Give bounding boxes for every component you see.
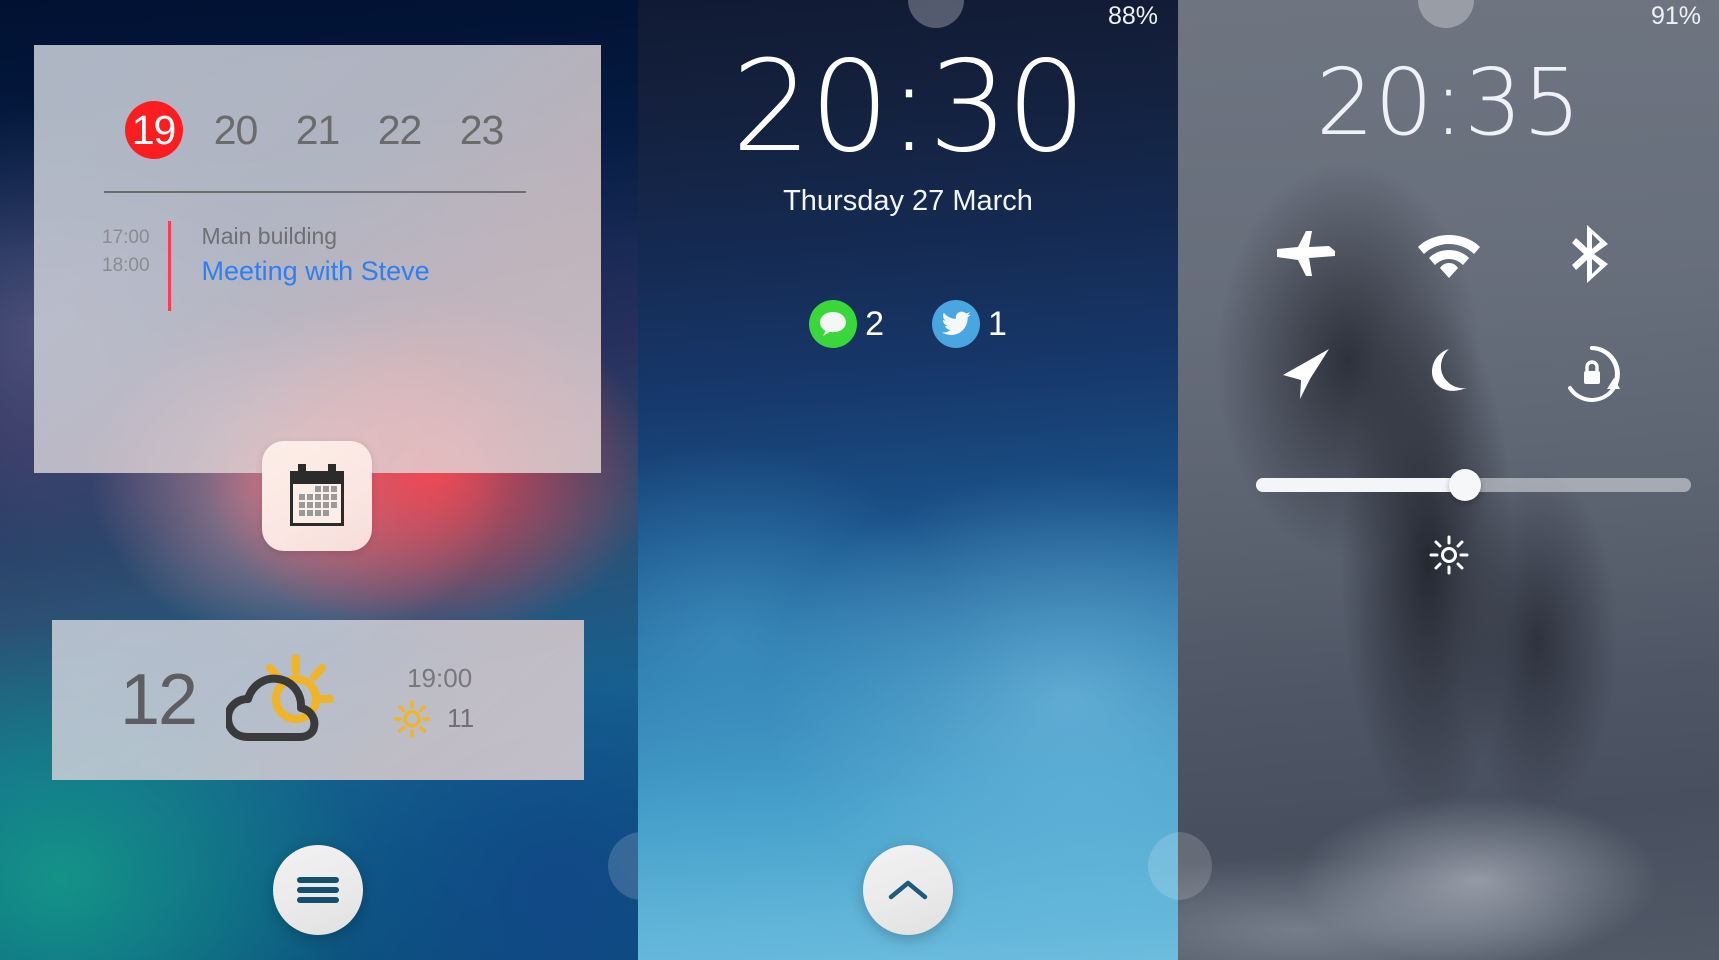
twitter-count: 1	[988, 304, 1007, 343]
forecast-row: 11	[393, 699, 475, 738]
slider-knob[interactable]	[1448, 469, 1481, 501]
unlock-chevron-button[interactable]	[863, 845, 953, 935]
control-center-clock: 20:35	[1315, 49, 1582, 156]
weather-widget[interactable]: 12 19:00 11	[52, 620, 584, 780]
toggle-do-not-disturb[interactable]	[1410, 335, 1488, 413]
hamburger-menu-icon	[297, 877, 339, 903]
widget-menu-button[interactable]	[273, 845, 363, 935]
brightness-sun-icon	[1429, 535, 1468, 575]
calendar-event-times: 17:00 18:00	[102, 221, 150, 311]
calendar-day-21[interactable]: 21	[289, 101, 347, 159]
three-panel-lockscreen-mockup: 19 20 21 22 23 17:00 18:00 Main building…	[0, 0, 1719, 960]
do-not-disturb-moon-icon	[1431, 349, 1467, 391]
toggle-bluetooth[interactable]	[1553, 215, 1631, 293]
event-end-time: 18:00	[102, 255, 150, 276]
rotation-lock-icon	[1567, 346, 1620, 402]
lockscreen-date: Thursday 27 March	[783, 185, 1033, 217]
airplane-mode-icon	[1276, 231, 1335, 276]
brightness-slider[interactable]	[1256, 469, 1691, 501]
slider-fill	[1256, 478, 1465, 492]
messages-badge	[809, 300, 858, 348]
calendar-icon	[290, 464, 344, 526]
messages-count: 2	[865, 304, 884, 343]
calendar-event-row[interactable]: 17:00 18:00 Main building Meeting with S…	[102, 221, 430, 311]
partly-cloudy-icon	[224, 652, 335, 741]
event-start-time: 17:00	[102, 227, 150, 248]
wifi-icon	[1417, 235, 1480, 278]
calendar-day-20[interactable]: 20	[207, 101, 265, 159]
battery-percentage: 88%	[1107, 2, 1158, 30]
twitter-badge	[932, 300, 980, 348]
panel-lockscreen-clock: 88% 20:30 Thursday 27 March 2 1	[638, 0, 1178, 960]
notification-badges: 2 1	[638, 300, 1178, 348]
event-title[interactable]: Meeting with Steve	[202, 253, 430, 289]
toggle-location[interactable]	[1267, 335, 1345, 413]
weather-content: 12 19:00 11	[52, 620, 584, 780]
forecast-time: 19:00	[407, 662, 473, 693]
twitter-bird-icon	[941, 311, 971, 335]
toggle-airplane-mode[interactable]	[1267, 215, 1345, 293]
notification-twitter[interactable]: 1	[932, 300, 1007, 348]
calendar-day-strip[interactable]: 19 20 21 22 23	[34, 91, 601, 169]
event-location: Main building	[201, 223, 338, 249]
brightness-icon-wrap	[1178, 535, 1719, 575]
battery-percentage-3: 91%	[1650, 2, 1701, 30]
messages-bubble-icon	[820, 312, 847, 336]
weather-condition-icon-wrap	[196, 651, 338, 750]
panel-widgets-lockscreen: 19 20 21 22 23 17:00 18:00 Main building…	[0, 0, 638, 960]
control-center-toggles	[1234, 215, 1663, 413]
calendar-widget[interactable]: 19 20 21 22 23 17:00 18:00 Main building…	[34, 45, 601, 473]
calendar-event-details: Main building Meeting with Steve	[189, 221, 430, 311]
weather-current-temp: 12	[120, 660, 198, 740]
forecast-temp: 11	[447, 703, 475, 733]
event-accent-bar	[167, 221, 171, 311]
calendar-day-22[interactable]: 22	[371, 101, 429, 159]
calendar-day-23[interactable]: 23	[453, 101, 511, 159]
toggle-rotation-lock[interactable]	[1553, 335, 1631, 413]
sun-icon	[393, 699, 431, 738]
calendar-app-icon[interactable]	[262, 441, 372, 551]
calendar-divider	[104, 191, 526, 193]
weather-forecast: 19:00 11	[338, 663, 474, 738]
bluetooth-icon	[1571, 225, 1608, 283]
chevron-up-icon	[888, 880, 928, 900]
toggle-wifi[interactable]	[1410, 215, 1488, 293]
notification-messages[interactable]: 2	[809, 300, 884, 348]
location-arrow-icon	[1282, 349, 1329, 399]
panel-control-center: 91% 20:35	[1178, 0, 1719, 960]
lockscreen-clock: 20:30	[731, 33, 1086, 180]
calendar-day-19[interactable]: 19	[124, 101, 183, 159]
